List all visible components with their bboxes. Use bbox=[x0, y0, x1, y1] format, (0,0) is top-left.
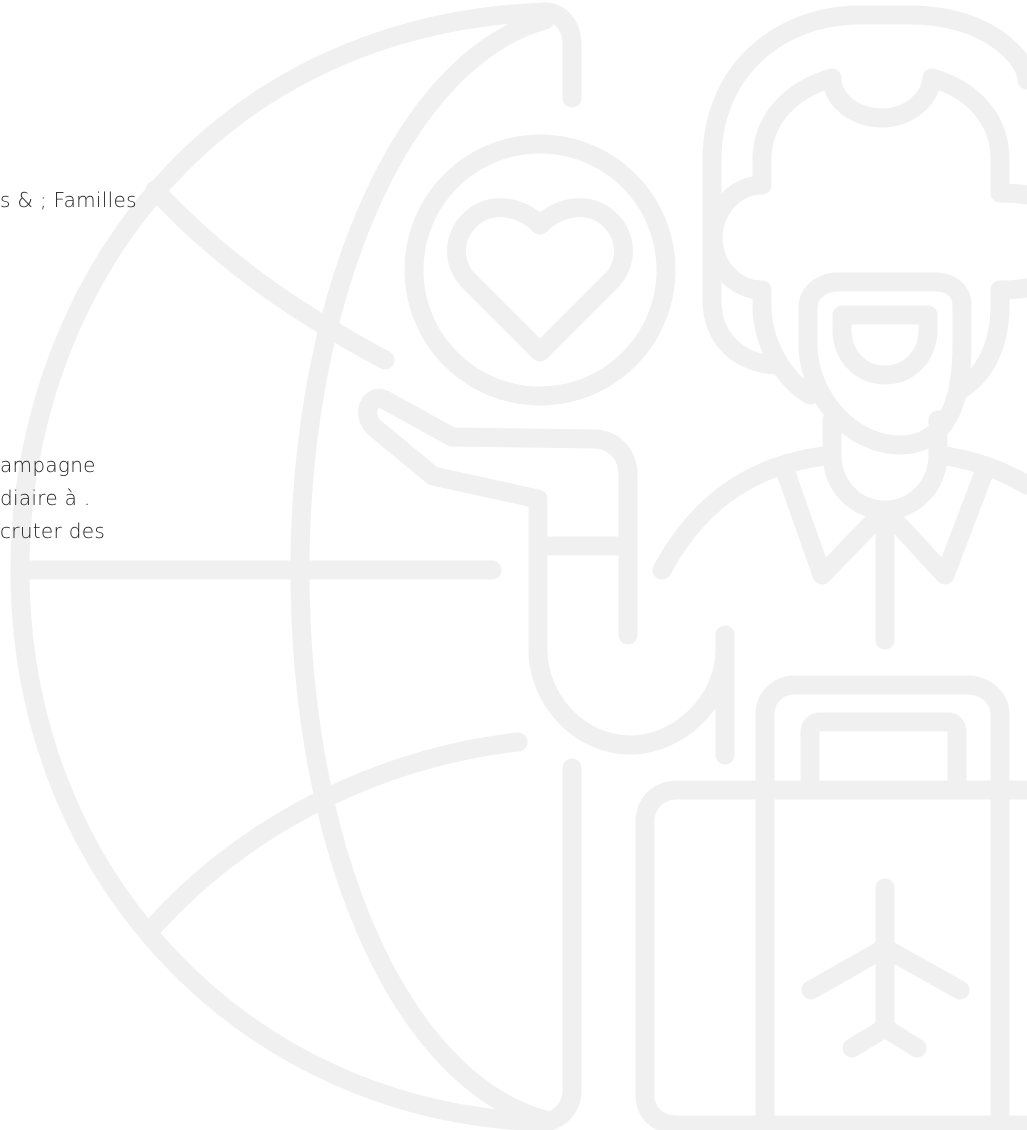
text-line-recruter: cruter des bbox=[0, 519, 106, 543]
text-line-intermediaire: diaire à . bbox=[0, 486, 91, 510]
text-layer: s & ; Familles ampagne diaire à . cruter… bbox=[0, 0, 1027, 1130]
text-line-families: s & ; Familles bbox=[0, 188, 137, 212]
text-line-campagne: ampagne bbox=[0, 453, 96, 477]
